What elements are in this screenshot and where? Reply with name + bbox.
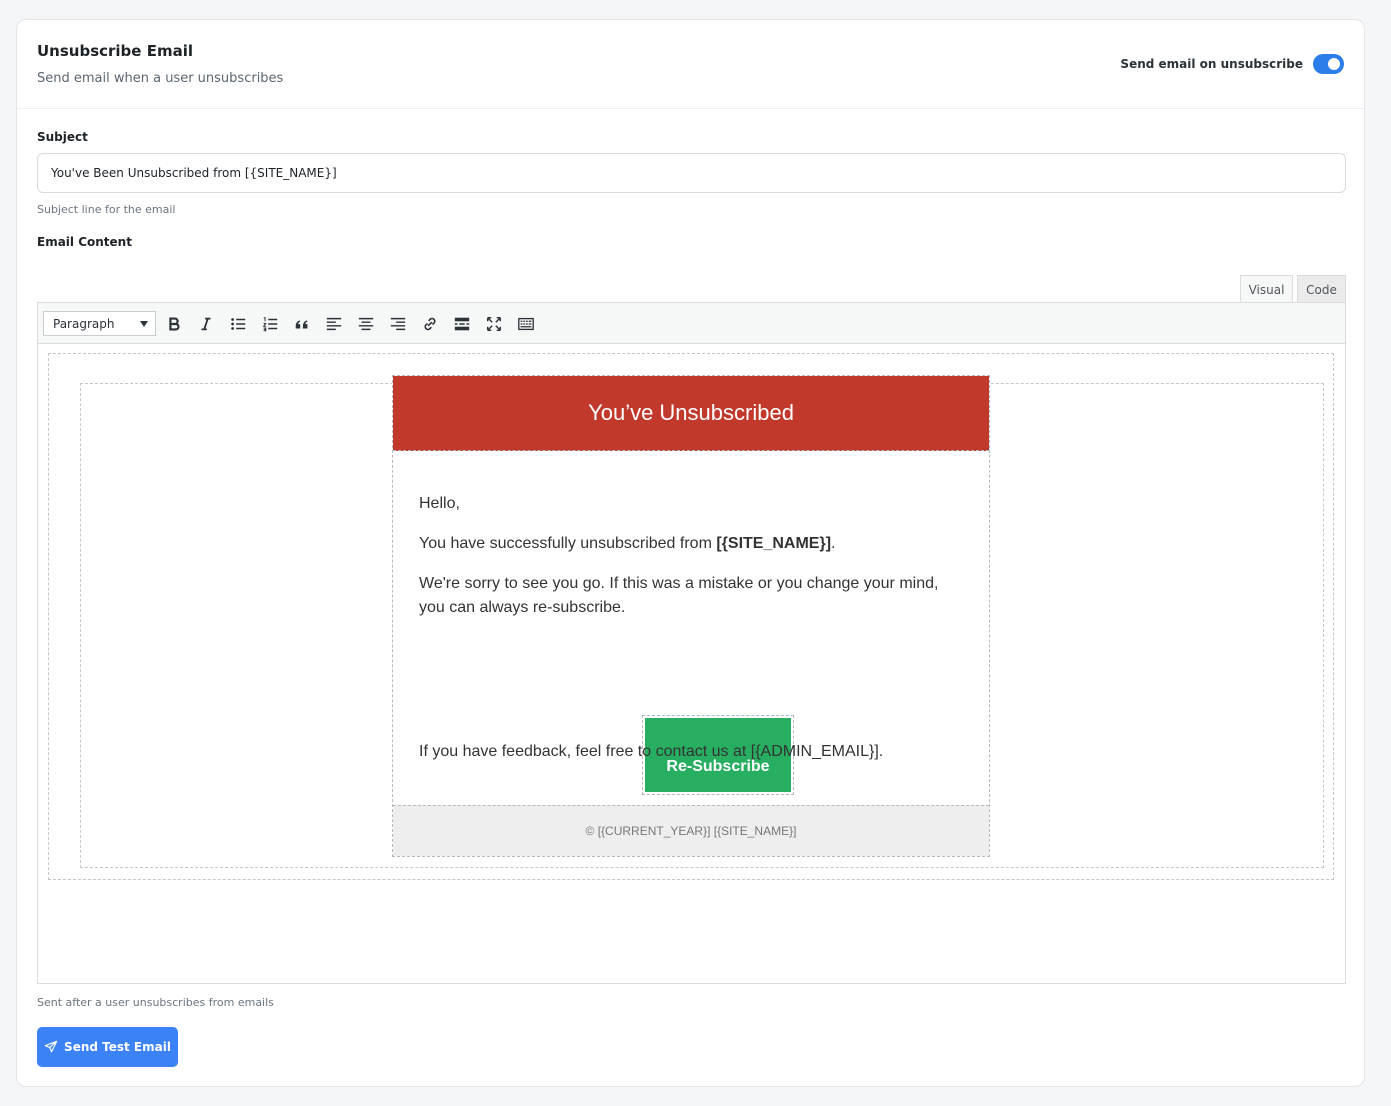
read-more-icon bbox=[454, 317, 470, 331]
link-button[interactable] bbox=[418, 312, 442, 336]
align-right-button[interactable] bbox=[386, 312, 410, 336]
email-preview: You’ve Unsubscribed Hello, You have succ… bbox=[392, 375, 990, 857]
blockquote-button[interactable] bbox=[290, 312, 314, 336]
site-name-placeholder: [{SITE_NAME}] bbox=[716, 535, 832, 552]
card-title: Unsubscribe Email bbox=[37, 42, 193, 60]
email-success-text: You have successfully unsubscribed from … bbox=[419, 532, 835, 556]
bullet-list-button[interactable] bbox=[226, 312, 250, 336]
send-on-unsubscribe-setting: Send email on unsubscribe bbox=[1120, 54, 1344, 74]
tab-code[interactable]: Code bbox=[1297, 275, 1346, 303]
bold-button[interactable] bbox=[162, 312, 186, 336]
send-on-unsubscribe-toggle[interactable] bbox=[1313, 54, 1344, 74]
align-center-button[interactable] bbox=[354, 312, 378, 336]
send-test-email-button[interactable]: Send Test Email bbox=[37, 1027, 178, 1067]
email-header: You’ve Unsubscribed bbox=[393, 376, 989, 451]
toolbar-toggle-button[interactable] bbox=[514, 312, 538, 336]
align-right-icon bbox=[390, 317, 406, 331]
italic-icon bbox=[201, 317, 211, 331]
align-left-button[interactable] bbox=[322, 312, 346, 336]
read-more-button[interactable] bbox=[450, 312, 474, 336]
toolbar-toggle-icon bbox=[518, 317, 534, 331]
toggle-label: Send email on unsubscribe bbox=[1120, 57, 1303, 71]
email-header-title: You’ve Unsubscribed bbox=[588, 400, 794, 425]
subject-label: Subject bbox=[37, 130, 88, 144]
email-greeting: Hello, bbox=[419, 495, 460, 512]
editor-content-area[interactable]: You’ve Unsubscribed Hello, You have succ… bbox=[38, 345, 1345, 983]
success-suffix: . bbox=[831, 535, 836, 552]
bullet-list-icon bbox=[231, 318, 246, 330]
align-left-icon bbox=[326, 317, 342, 331]
email-feedback-text: If you have feedback, feel free to conta… bbox=[419, 743, 884, 760]
blockquote-icon bbox=[295, 320, 308, 329]
align-center-icon bbox=[358, 317, 374, 331]
italic-button[interactable] bbox=[194, 312, 218, 336]
format-select-value: Paragraph bbox=[53, 316, 115, 331]
link-icon bbox=[424, 317, 436, 331]
card-header: Unsubscribe Email Send email when a user… bbox=[17, 20, 1364, 109]
numbered-list-button[interactable] bbox=[258, 312, 282, 336]
subject-help: Subject line for the email bbox=[37, 203, 176, 216]
bold-icon bbox=[169, 317, 180, 331]
fullscreen-icon bbox=[486, 316, 502, 332]
toggle-knob bbox=[1328, 58, 1340, 70]
email-footer-text: © [{CURRENT_YEAR}] [{SITE_NAME}] bbox=[585, 824, 797, 838]
email-sorry-text: We're sorry to see you go. If this was a… bbox=[419, 575, 939, 616]
numbered-list-icon bbox=[262, 317, 278, 332]
chevron-down-icon bbox=[140, 321, 148, 327]
unsubscribe-email-card: Unsubscribe Email Send email when a user… bbox=[16, 19, 1365, 1087]
card-subtitle: Send email when a user unsubscribes bbox=[37, 71, 284, 86]
email-footer: © [{CURRENT_YEAR}] [{SITE_NAME}] bbox=[393, 805, 989, 856]
subject-input[interactable] bbox=[37, 153, 1346, 193]
editor-toolbar: Paragraph bbox=[38, 303, 1345, 344]
email-content-help: Sent after a user unsubscribes from emai… bbox=[37, 996, 274, 1009]
format-select[interactable]: Paragraph bbox=[43, 311, 156, 336]
email-content-editor: Paragraph You’ve Unsubscribed Hello, You… bbox=[37, 302, 1346, 984]
tab-visual[interactable]: Visual bbox=[1240, 275, 1293, 303]
send-icon bbox=[44, 1040, 58, 1053]
send-test-email-label: Send Test Email bbox=[64, 1040, 171, 1054]
email-content-label: Email Content bbox=[37, 235, 132, 249]
fullscreen-button[interactable] bbox=[482, 312, 506, 336]
success-prefix: You have successfully unsubscribed from bbox=[419, 535, 717, 552]
